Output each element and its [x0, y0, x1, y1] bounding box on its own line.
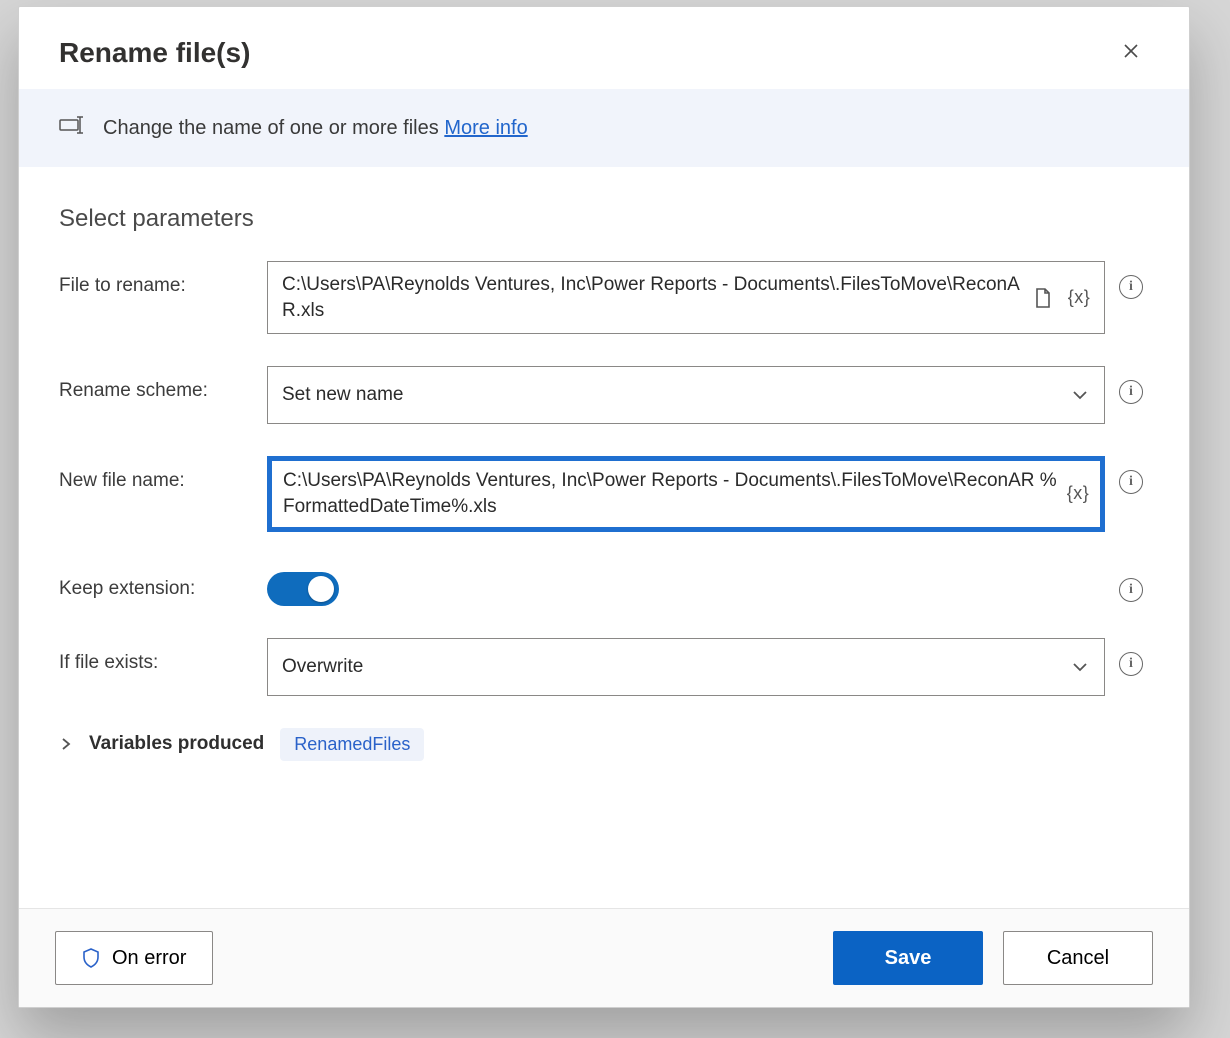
description-banner: Change the name of one or more files Mor…	[19, 89, 1189, 167]
row-file-to-rename: File to rename: C:\Users\PA\Reynolds Ven…	[59, 261, 1149, 334]
row-rename-scheme: Rename scheme: Set new name i	[59, 366, 1149, 424]
banner-text-label: Change the name of one or more files	[103, 117, 439, 139]
on-error-button[interactable]: On error	[55, 931, 213, 985]
value-file-to-rename: C:\Users\PA\Reynolds Ventures, Inc\Power…	[282, 272, 1032, 323]
row-keep-extension: Keep extension: i	[59, 564, 1149, 606]
variable-chip-renamedfiles[interactable]: RenamedFiles	[280, 728, 424, 761]
label-rename-scheme: Rename scheme:	[59, 366, 259, 402]
rename-files-dialog: Rename file(s) Change the name of one or…	[18, 6, 1190, 1008]
chevron-down-icon	[1070, 657, 1090, 677]
chevron-right-icon	[59, 737, 73, 751]
toggle-knob	[308, 576, 334, 602]
variables-produced-row[interactable]: Variables produced RenamedFiles	[59, 728, 1149, 761]
value-new-file-name: C:\Users\PA\Reynolds Ventures, Inc\Power…	[283, 468, 1067, 519]
close-icon	[1123, 43, 1139, 64]
select-if-file-exists[interactable]: Overwrite	[267, 638, 1105, 696]
section-title: Select parameters	[59, 205, 1149, 233]
info-icon[interactable]: i	[1119, 652, 1143, 676]
value-rename-scheme: Set new name	[282, 384, 403, 406]
dialog-header: Rename file(s)	[19, 7, 1189, 89]
info-icon[interactable]: i	[1119, 380, 1143, 404]
dialog-title: Rename file(s)	[59, 37, 250, 69]
info-icon[interactable]: i	[1119, 470, 1143, 494]
label-keep-extension: Keep extension:	[59, 564, 259, 600]
chevron-down-icon	[1070, 385, 1090, 405]
close-button[interactable]	[1113, 35, 1149, 71]
value-if-file-exists: Overwrite	[282, 656, 363, 678]
toggle-keep-extension[interactable]	[267, 572, 339, 606]
insert-variable-icon[interactable]: {x}	[1067, 483, 1089, 505]
more-info-link[interactable]: More info	[444, 117, 527, 139]
rename-icon	[59, 115, 85, 141]
label-if-file-exists: If file exists:	[59, 638, 259, 674]
info-icon[interactable]: i	[1119, 578, 1143, 602]
dialog-body: Select parameters File to rename: C:\Use…	[19, 167, 1189, 908]
on-error-label: On error	[112, 947, 186, 970]
save-label: Save	[885, 947, 932, 970]
select-rename-scheme[interactable]: Set new name	[267, 366, 1105, 424]
cancel-button[interactable]: Cancel	[1003, 931, 1153, 985]
insert-variable-icon[interactable]: {x}	[1068, 287, 1090, 309]
info-icon[interactable]: i	[1119, 275, 1143, 299]
cancel-label: Cancel	[1047, 947, 1109, 970]
banner-text: Change the name of one or more files Mor…	[103, 117, 528, 140]
input-file-to-rename[interactable]: C:\Users\PA\Reynolds Ventures, Inc\Power…	[267, 261, 1105, 334]
save-button[interactable]: Save	[833, 931, 983, 985]
variables-produced-label: Variables produced	[89, 733, 264, 755]
label-file-to-rename: File to rename:	[59, 261, 259, 297]
row-new-file-name: New file name: C:\Users\PA\Reynolds Vent…	[59, 456, 1149, 531]
shield-icon	[82, 948, 100, 968]
input-new-file-name[interactable]: C:\Users\PA\Reynolds Ventures, Inc\Power…	[267, 456, 1105, 531]
row-if-file-exists: If file exists: Overwrite i	[59, 638, 1149, 696]
select-file-icon[interactable]	[1032, 287, 1054, 309]
label-new-file-name: New file name:	[59, 456, 259, 492]
dialog-footer: On error Save Cancel	[19, 908, 1189, 1007]
